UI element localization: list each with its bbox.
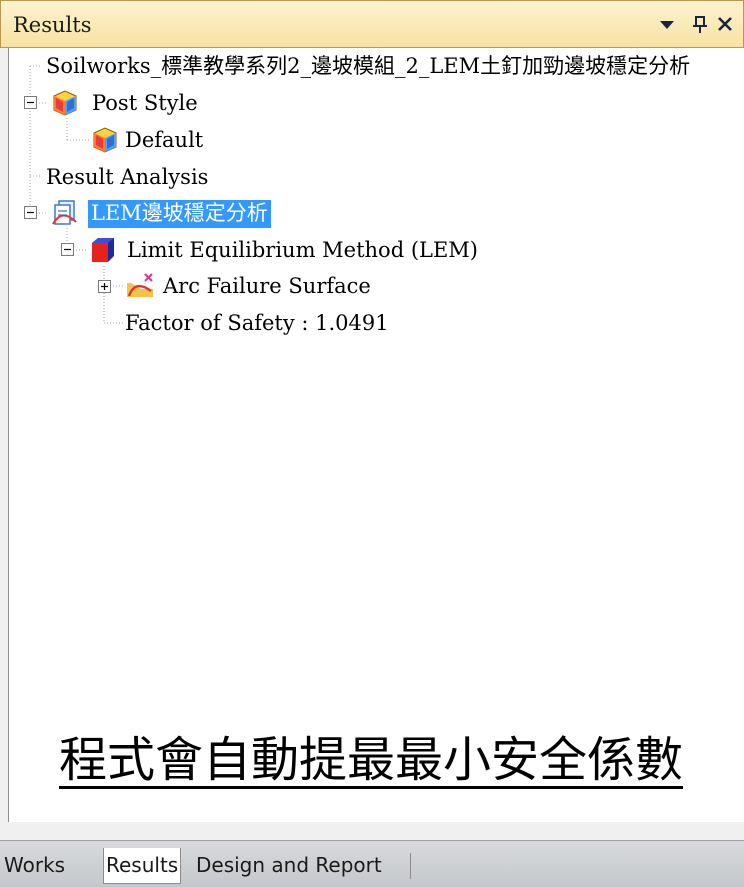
tab-works[interactable]: Works (2, 848, 67, 882)
tab-separator (410, 853, 411, 879)
tab-design-and-report[interactable]: Design and Report (194, 848, 384, 882)
arc-failure-icon (127, 273, 153, 297)
results-panel: Results Soilworks_標準教學系列2_邊坡模組_2_LEM土釘加勁… (0, 0, 744, 887)
tree-node-factor-of-safety[interactable]: Factor of Safety : 1.0491 (125, 310, 389, 338)
tree-node-result-analysis[interactable]: Result Analysis (46, 164, 208, 192)
tree-node-post-style[interactable]: Post Style (92, 90, 198, 118)
tree-node-arc-failure-surface[interactable]: Arc Failure Surface (163, 273, 371, 301)
results-tree: Soilworks_標準教學系列2_邊坡模組_2_LEM土釘加勁邊坡穩定分析 P… (8, 48, 744, 870)
collapse-icon[interactable] (61, 243, 74, 256)
expand-icon[interactable] (98, 280, 111, 293)
panel-title: Results (13, 13, 92, 37)
collapse-icon[interactable] (24, 206, 37, 219)
collapse-icon[interactable] (24, 96, 37, 109)
analysis-document-icon (52, 200, 77, 225)
lem-cube-icon (92, 238, 114, 262)
post-style-icon (53, 90, 77, 116)
pin-icon[interactable] (687, 11, 713, 37)
dropdown-arrow-icon[interactable] (654, 11, 680, 37)
annotation-text: 程式會自動提最最小安全係數 (59, 732, 684, 788)
bottom-tab-bar: Works Results Design and Report (0, 840, 744, 887)
tree-node-lem-analysis[interactable]: LEM邊坡穩定分析 (88, 200, 271, 228)
close-icon[interactable] (712, 11, 738, 37)
tree-node-lem-method[interactable]: Limit Equilibrium Method (LEM) (127, 237, 478, 265)
tree-node-project[interactable]: Soilworks_標準教學系列2_邊坡模組_2_LEM土釘加勁邊坡穩定分析 (46, 53, 690, 81)
tree-node-default[interactable]: Default (125, 127, 203, 155)
post-style-icon (93, 127, 117, 153)
tab-results[interactable]: Results (103, 848, 182, 884)
panel-titlebar: Results (0, 0, 744, 48)
